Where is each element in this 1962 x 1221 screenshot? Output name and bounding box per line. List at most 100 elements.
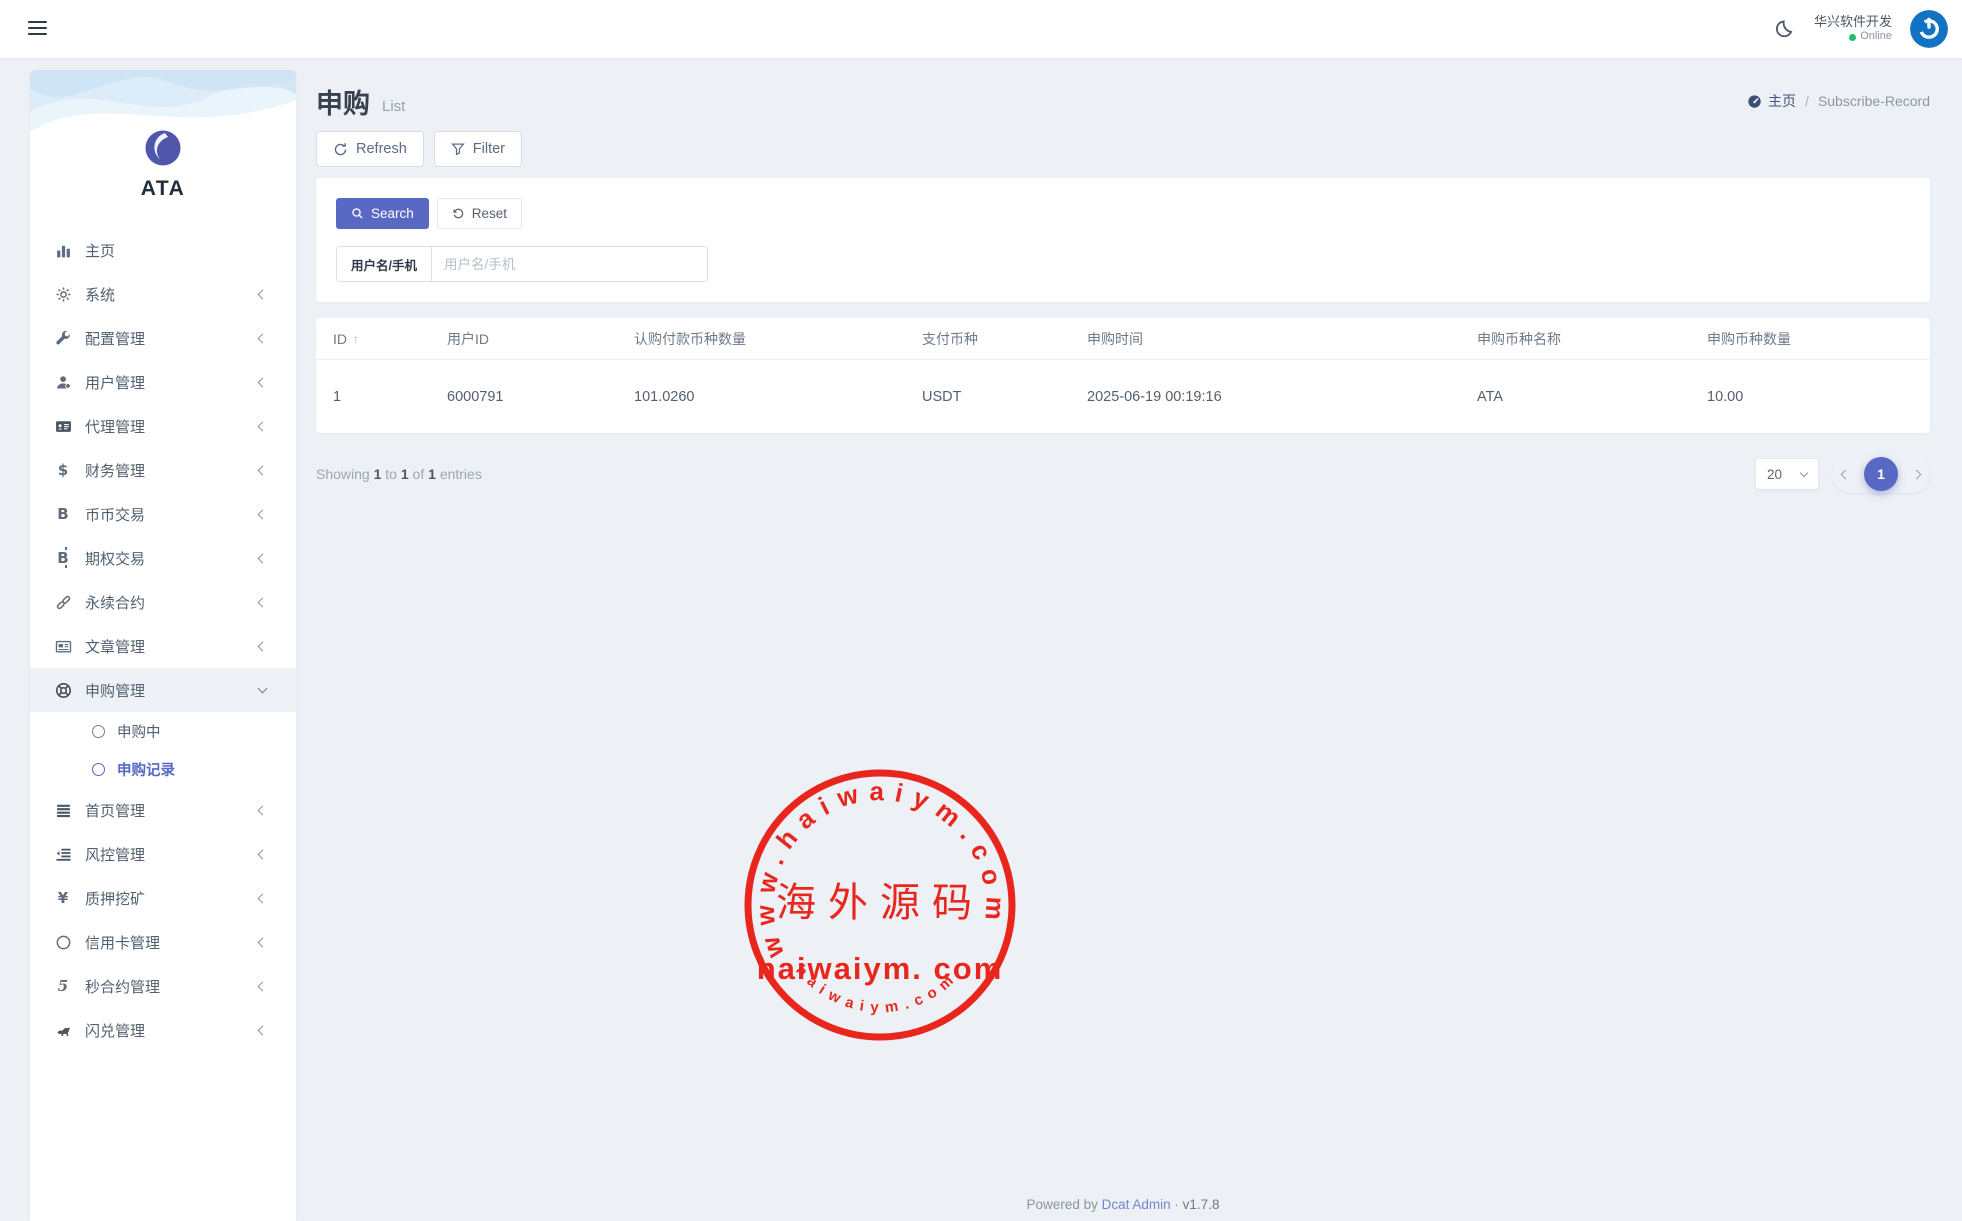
sidebar-item-second-contract[interactable]: 5 秒合约管理 <box>30 964 296 1008</box>
chevron-left-icon <box>258 849 268 859</box>
current-page-button[interactable]: 1 <box>1864 457 1898 491</box>
page-subtitle: List <box>382 88 405 115</box>
gear-icon <box>54 285 72 303</box>
list-icon <box>54 801 72 819</box>
version-label: v1.7.8 <box>1183 1197 1220 1212</box>
sidebar-item-finance[interactable]: $ 财务管理 <box>30 448 296 492</box>
chevron-down-icon <box>258 684 268 694</box>
dollar-icon: $ <box>54 461 72 479</box>
sidebar-item-spot-trade[interactable]: B 币币交易 <box>30 492 296 536</box>
five-icon: 5 <box>54 977 72 995</box>
search-icon <box>351 207 364 220</box>
stamp-arc-top-text: www.haiwaiym.com <box>750 776 1011 962</box>
chevron-down-icon <box>1800 468 1808 476</box>
circle-icon <box>54 933 72 951</box>
username-phone-filter: 用户名/手机 <box>336 246 708 282</box>
radio-circle-icon <box>92 763 105 776</box>
sidebar-item-perpetual[interactable]: 永续合约 <box>30 580 296 624</box>
chevron-left-icon <box>258 597 268 607</box>
column-header-pay-coin: 支付币种 <box>922 329 1087 349</box>
sidebar-item-risk[interactable]: 风控管理 <box>30 832 296 876</box>
sidebar-item-subscribe[interactable]: 申购管理 <box>30 668 296 712</box>
life-ring-icon <box>54 681 72 699</box>
cell-pay-coin: USDT <box>922 389 1087 405</box>
stamp-center-cn: 海外源码 <box>776 880 984 926</box>
sidebar-item-options-trade[interactable]: B 期权交易 <box>30 536 296 580</box>
toolbar: Refresh Filter <box>316 131 1930 167</box>
cell-time: 2025-06-19 00:19:16 <box>1087 389 1477 405</box>
page-title: 申购 <box>316 82 370 121</box>
svg-text:www.haiwaiym.com: www.haiwaiym.com <box>750 776 1011 962</box>
sidebar-toggle-icon[interactable] <box>28 21 47 37</box>
user-block[interactable]: 华兴软件开发 Online <box>1814 14 1892 44</box>
prev-page-icon[interactable] <box>1841 469 1851 479</box>
cell-pay-amount: 101.0260 <box>634 389 922 405</box>
chevron-left-icon <box>258 1025 268 1035</box>
main-content: 申购 List 主页 / Subscribe-Record Refresh Fi… <box>316 58 1930 493</box>
refresh-button[interactable]: Refresh <box>316 131 424 167</box>
dashboard-icon <box>1747 94 1762 109</box>
newspaper-icon <box>54 637 72 655</box>
search-button[interactable]: Search <box>336 198 429 229</box>
chevron-left-icon <box>258 421 268 431</box>
reset-icon <box>452 207 465 220</box>
table-row[interactable]: 1 6000791 101.0260 USDT 2025-06-19 00:19… <box>316 360 1930 433</box>
column-header-pay-amount: 认购付款币种数量 <box>634 329 922 349</box>
sidebar-item-home[interactable]: 主页 <box>30 228 296 272</box>
sidebar-item-config[interactable]: 配置管理 <box>30 316 296 360</box>
cell-id: 1 <box>333 389 447 405</box>
sidebar-item-articles[interactable]: 文章管理 <box>30 624 296 668</box>
column-header-coin-amount: 申购币种数量 <box>1707 329 1913 349</box>
coin-b-icon: B <box>54 505 72 523</box>
yen-icon: ¥ <box>54 889 72 907</box>
sort-asc-icon[interactable]: ↑ <box>353 332 359 346</box>
user-status: Online <box>1814 30 1892 44</box>
breadcrumb-home-link[interactable]: 主页 <box>1747 91 1796 111</box>
bitcoin-icon: B <box>54 549 72 567</box>
dcat-admin-link[interactable]: Dcat Admin <box>1102 1197 1171 1212</box>
column-header-id[interactable]: ID ↑ <box>333 331 447 347</box>
table-header-row: ID ↑ 用户ID 认购付款币种数量 支付币种 申购时间 申购币种名称 申购币种… <box>316 318 1930 360</box>
pager: 1 <box>1832 455 1930 493</box>
brand-name: ATA <box>141 177 186 201</box>
username-phone-input[interactable] <box>432 247 707 281</box>
user-icon <box>54 373 72 391</box>
brand-logo[interactable]: ATA <box>30 70 296 201</box>
sidebar-item-homepage[interactable]: 首页管理 <box>30 788 296 832</box>
online-dot-icon <box>1849 34 1856 41</box>
chevron-left-icon <box>258 509 268 519</box>
dark-mode-toggle-icon[interactable] <box>1774 18 1796 40</box>
chart-bar-icon <box>54 241 72 259</box>
sidebar-item-system[interactable]: 系统 <box>30 272 296 316</box>
page-footer: Powered by Dcat Admin · v1.7.8 <box>316 1197 1930 1212</box>
sidebar-item-users[interactable]: 用户管理 <box>30 360 296 404</box>
sidebar-item-staking[interactable]: ¥ 质押挖矿 <box>30 876 296 920</box>
column-header-coin-name: 申购币种名称 <box>1477 329 1707 349</box>
chevron-left-icon <box>258 981 268 991</box>
avatar[interactable] <box>1910 10 1948 48</box>
chevron-left-icon <box>258 641 268 651</box>
breadcrumb: 主页 / Subscribe-Record <box>1747 91 1930 111</box>
next-page-icon[interactable] <box>1912 469 1922 479</box>
stamp-center-en: haiwaiym. com <box>757 951 1004 986</box>
sidebar-item-credit-card[interactable]: 信用卡管理 <box>30 920 296 964</box>
watermark-stamp: www.haiwaiym.com 海外源码 haiwaiym. com haiw… <box>741 766 1019 1044</box>
reset-button[interactable]: Reset <box>437 198 522 229</box>
sidebar-item-flash-exchange[interactable]: 闪兑管理 <box>30 1008 296 1052</box>
sidebar-subitem-subscribing[interactable]: 申购中 <box>30 712 296 750</box>
topbar: 华兴软件开发 Online <box>0 0 1962 58</box>
filter-button[interactable]: Filter <box>434 131 522 167</box>
pagination: 20 1 <box>1755 455 1930 493</box>
chevron-left-icon <box>258 465 268 475</box>
chevron-left-icon <box>258 937 268 947</box>
page-size-select[interactable]: 20 <box>1755 458 1819 490</box>
chevron-left-icon <box>258 289 268 299</box>
sidebar-item-agents[interactable]: 代理管理 <box>30 404 296 448</box>
dog-icon <box>54 1021 72 1039</box>
id-card-icon <box>54 417 72 435</box>
refresh-icon <box>333 142 348 157</box>
chevron-left-icon <box>258 553 268 563</box>
stamp-arc-bottom-text: haiwaiym.com <box>792 962 962 1017</box>
chevron-left-icon <box>258 805 268 815</box>
sidebar-subitem-subscribe-record[interactable]: 申购记录 <box>30 750 296 788</box>
